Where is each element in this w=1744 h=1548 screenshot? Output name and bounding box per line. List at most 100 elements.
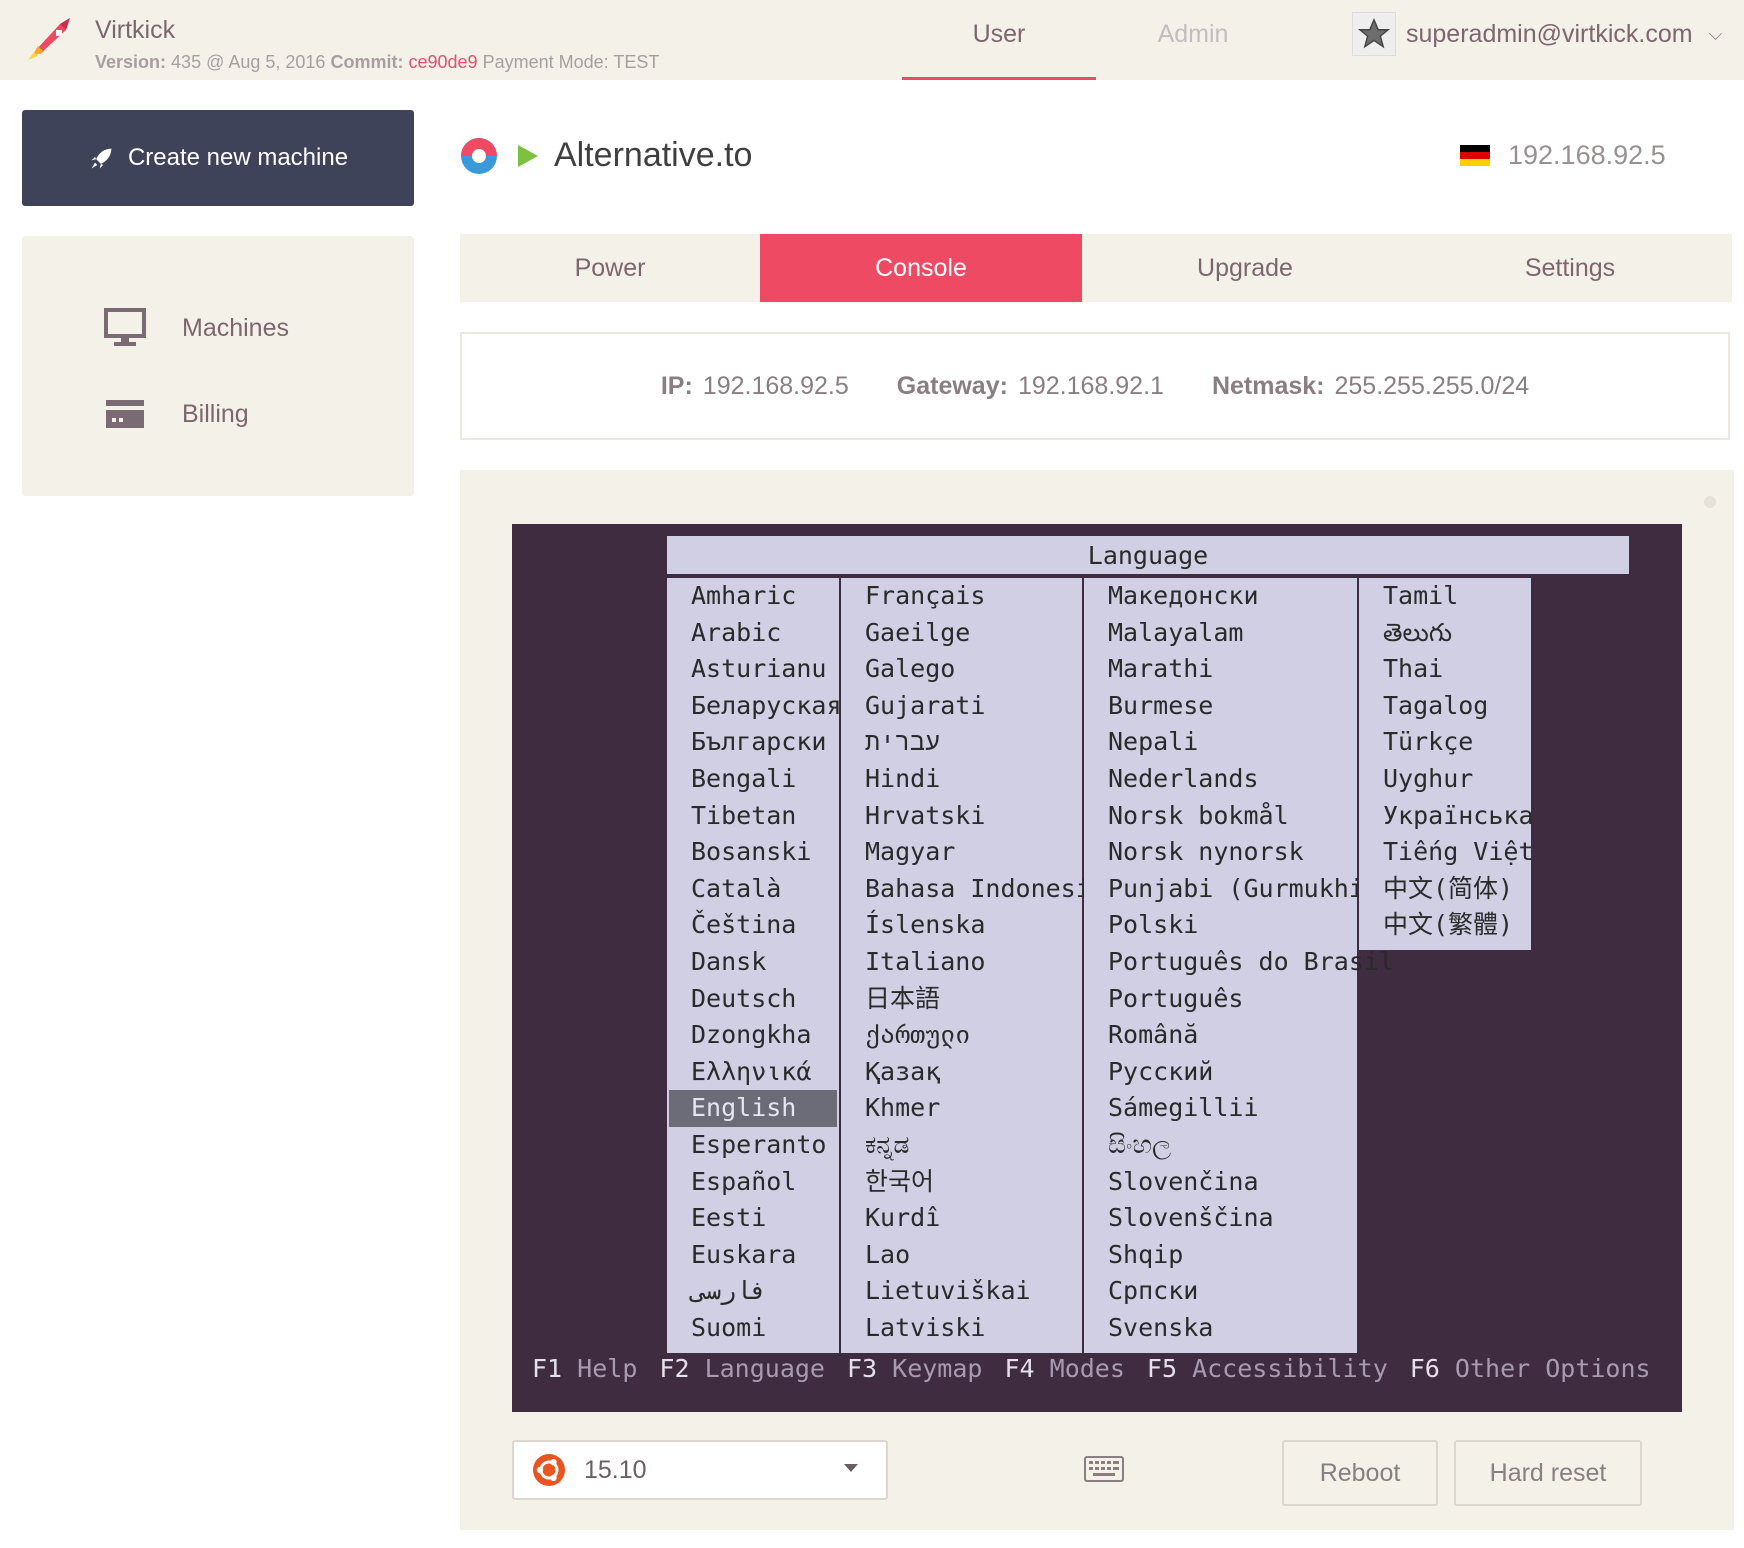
rocket-logo-icon[interactable] [26,10,78,62]
fkey-f4[interactable]: F4 Modes [1004,1354,1124,1383]
language-option[interactable]: Български [667,724,839,761]
language-option[interactable]: Galego [841,651,1082,688]
language-option[interactable]: Dansk [667,944,839,981]
language-option[interactable]: Kurdî [841,1200,1082,1237]
fkey-f6[interactable]: F6 Other Options [1410,1354,1651,1383]
language-option[interactable]: Bosanski [667,834,839,871]
language-option[interactable]: Khmer [841,1090,1082,1127]
language-option[interactable]: Bengali [667,761,839,798]
language-option[interactable]: Polski [1084,907,1357,944]
language-option[interactable]: Malayalam [1084,615,1357,652]
language-option[interactable]: Latviski [841,1310,1082,1347]
nav-tab-admin[interactable]: Admin [1096,20,1290,80]
os-version-select[interactable]: 15.10 [512,1440,888,1500]
language-option[interactable]: Svenska [1084,1310,1357,1347]
language-option[interactable]: සිංහල [1084,1127,1357,1164]
sidebar-item-billing[interactable]: Billing [104,398,249,430]
language-option[interactable]: Română [1084,1017,1357,1054]
language-option[interactable]: Lietuviškai [841,1273,1082,1310]
language-option[interactable]: Euskara [667,1237,839,1274]
language-option[interactable]: Slovenčina [1084,1164,1357,1201]
language-option[interactable]: Ελληνικά [667,1054,839,1091]
reboot-button[interactable]: Reboot [1282,1440,1438,1506]
language-option[interactable]: Eesti [667,1200,839,1237]
language-option[interactable]: Punjabi (Gurmukhi) [1084,871,1379,908]
commit-link[interactable]: ce90de9 [408,52,477,72]
language-option[interactable]: Magyar [841,834,1082,871]
hard-reset-button[interactable]: Hard reset [1454,1440,1642,1506]
vnc-console-screen[interactable]: Language Amharic Arabic Asturianu Беларуска… [512,524,1682,1412]
language-option[interactable]: Thai [1359,651,1531,688]
language-option[interactable]: Lao [841,1237,1082,1274]
language-option[interactable]: Tiếng Việt [1359,834,1534,871]
language-option[interactable]: Hindi [841,761,1082,798]
language-option[interactable]: English [669,1090,837,1127]
language-option[interactable]: Português [1084,981,1357,1018]
tab-power[interactable]: Power [460,234,760,302]
fkey-f5[interactable]: F5 Accessibility [1147,1354,1388,1383]
language-option[interactable]: Türkçe [1359,724,1531,761]
language-option[interactable]: Arabic [667,615,839,652]
language-option[interactable]: Dzongkha [667,1017,839,1054]
fkey-f2[interactable]: F2 Language [659,1354,825,1383]
language-option[interactable]: Burmese [1084,688,1357,725]
language-option[interactable]: Čeština [667,907,839,944]
caret-down-icon [844,1464,858,1472]
language-option[interactable]: Беларуская [667,688,842,725]
language-option[interactable]: Slovenščina [1084,1200,1357,1237]
language-option[interactable]: Қазақ [841,1054,1082,1091]
language-option[interactable]: Српски [1084,1273,1357,1310]
keyboard-icon[interactable] [1084,1456,1124,1482]
language-option[interactable]: 中文(简体) [1359,871,1531,908]
language-option[interactable]: ქართული [841,1017,1082,1054]
language-option[interactable]: Asturianu [667,651,839,688]
language-option[interactable]: Nepali [1084,724,1357,761]
language-option[interactable]: Esperanto [667,1127,839,1164]
language-option[interactable]: فارسی [667,1273,839,1310]
language-option[interactable]: Français [841,578,1082,615]
language-option[interactable]: Íslenska [841,907,1082,944]
language-option[interactable]: 中文(繁體) [1359,907,1531,944]
language-option[interactable]: Tibetan [667,798,839,835]
language-option[interactable]: Amharic [667,578,839,615]
fkey-f1[interactable]: F1 Help [532,1354,637,1383]
nav-tab-user[interactable]: User [902,20,1096,80]
language-option[interactable]: Español [667,1164,839,1201]
language-option[interactable]: Bahasa Indonesia [841,871,1106,908]
fkey-label: Other Options [1454,1354,1651,1383]
language-option[interactable]: Tamil [1359,578,1531,615]
language-option[interactable]: Tagalog [1359,688,1531,725]
language-option[interactable]: Suomi [667,1310,839,1347]
brand-name: Virtkick [95,16,176,44]
user-menu[interactable]: superadmin@virtkick.com ⌵ [1352,12,1722,56]
fkey-f3[interactable]: F3 Keymap [847,1354,982,1383]
language-option[interactable]: ಕನ್ನಡ [841,1127,1082,1164]
language-option[interactable]: Македонски [1084,578,1357,615]
language-option[interactable]: Català [667,871,839,908]
sidebar-item-machines[interactable]: Machines [104,308,289,348]
language-option[interactable]: Deutsch [667,981,839,1018]
tab-settings[interactable]: Settings [1408,234,1732,302]
language-option[interactable]: తెలుగు [1359,615,1531,652]
language-option[interactable]: Uyghur [1359,761,1531,798]
language-option[interactable]: עברית [841,724,1082,761]
language-option[interactable]: 한국어 [841,1164,1082,1201]
language-option[interactable]: Українська [1359,798,1534,835]
language-option[interactable]: Shqip [1084,1237,1357,1274]
language-option[interactable]: Hrvatski [841,798,1082,835]
language-option[interactable]: Gujarati [841,688,1082,725]
language-option[interactable]: Norsk nynorsk [1084,834,1357,871]
language-option[interactable]: Русский [1084,1054,1357,1091]
language-menu-title: Language [667,536,1629,576]
language-option[interactable]: Português do Brasil [1084,944,1394,981]
language-option[interactable]: Gaeilge [841,615,1082,652]
language-option[interactable]: Italiano [841,944,1082,981]
language-option[interactable]: Sámegillii [1084,1090,1357,1127]
language-option[interactable]: Norsk bokmål [1084,798,1357,835]
create-machine-button[interactable]: Create new machine [22,110,414,206]
tab-upgrade[interactable]: Upgrade [1082,234,1408,302]
language-option[interactable]: Marathi [1084,651,1357,688]
tab-console[interactable]: Console [760,234,1082,302]
language-option[interactable]: Nederlands [1084,761,1357,798]
language-option[interactable]: 日本語 [841,981,1082,1018]
